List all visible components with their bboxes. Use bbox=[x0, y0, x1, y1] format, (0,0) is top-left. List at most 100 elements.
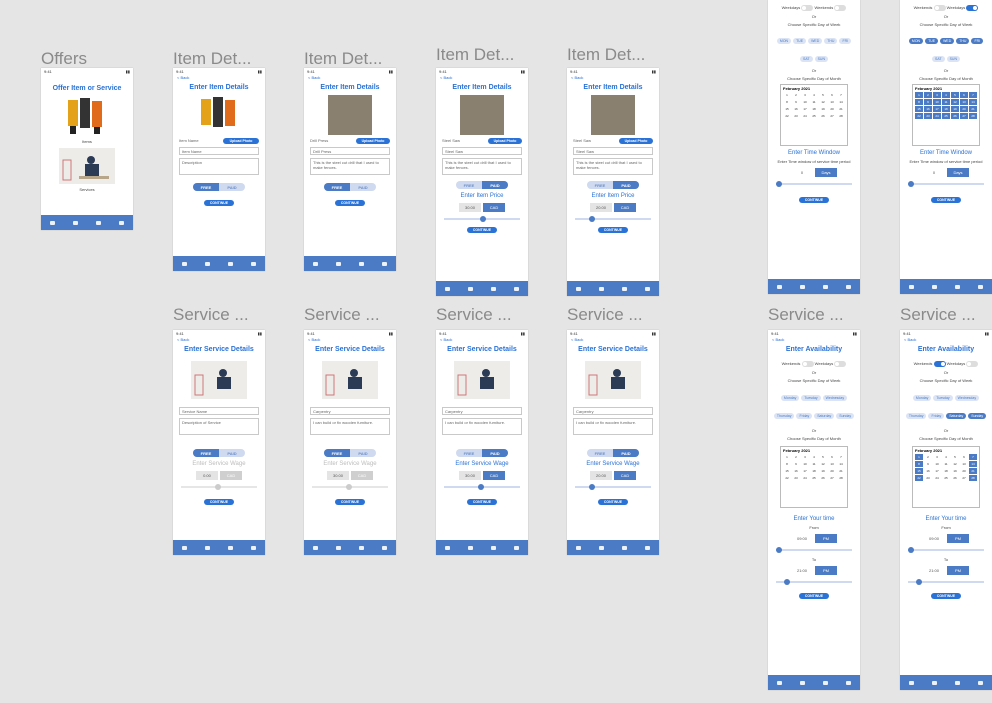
chip-mon[interactable]: MON bbox=[908, 38, 924, 44]
price-input[interactable]: 30.00 bbox=[459, 203, 481, 212]
continue-button[interactable]: CONTINUE bbox=[598, 227, 628, 233]
paid-option[interactable]: PAID bbox=[613, 449, 639, 457]
from-slider[interactable] bbox=[908, 547, 984, 553]
back-button[interactable]: < Back bbox=[768, 337, 860, 342]
weekday-chips[interactable]: Monday Tuesday Wednesday Thursday Friday Satu… bbox=[900, 386, 992, 422]
currency-select[interactable]: CAD bbox=[614, 471, 636, 480]
chip-tue[interactable]: TUE bbox=[793, 38, 807, 44]
free-paid-toggle[interactable]: FREE PAID bbox=[456, 181, 508, 189]
window-unit-select[interactable]: Days bbox=[815, 168, 837, 177]
from-slider[interactable] bbox=[776, 547, 852, 553]
continue-button[interactable]: CONTINUE bbox=[598, 499, 628, 505]
chip-saturday[interactable]: Saturday bbox=[946, 413, 967, 419]
continue-button[interactable]: CONTINUE bbox=[335, 200, 365, 206]
back-button[interactable]: < Back bbox=[900, 337, 992, 342]
currency-select[interactable]: CAD bbox=[614, 203, 636, 212]
price-slider[interactable] bbox=[444, 216, 520, 222]
item-name-input[interactable]: Steel Saw bbox=[442, 147, 522, 155]
weekdays-switch[interactable] bbox=[966, 361, 979, 367]
window-input[interactable]: 0 bbox=[923, 168, 945, 177]
continue-button[interactable]: CONTINUE bbox=[467, 499, 497, 505]
currency-select[interactable]: CAD bbox=[483, 471, 505, 480]
bottom-nav[interactable] bbox=[900, 279, 992, 294]
description-input[interactable]: Description bbox=[179, 158, 259, 175]
back-button[interactable]: < Back bbox=[436, 75, 528, 80]
chip-saturday[interactable]: Saturday bbox=[814, 413, 835, 419]
window-unit-select[interactable]: Days bbox=[947, 168, 969, 177]
free-option[interactable]: FREE bbox=[193, 183, 219, 191]
service-name-input[interactable]: Carpentry bbox=[442, 407, 522, 415]
bottom-nav[interactable] bbox=[567, 281, 659, 296]
bottom-nav[interactable] bbox=[304, 540, 396, 555]
chip-tuesday[interactable]: Tuesday bbox=[933, 395, 953, 401]
paid-option[interactable]: PAID bbox=[219, 183, 245, 191]
continue-button[interactable]: CONTINUE bbox=[204, 499, 234, 505]
to-slider[interactable] bbox=[908, 579, 984, 585]
calendar[interactable]: February 2021 1 2 3 4 5 6 7 8 9 10 11 12 13 14 15 16 17 1… bbox=[912, 84, 980, 146]
bottom-nav[interactable] bbox=[173, 540, 265, 555]
service-name-input[interactable]: Carpentry bbox=[573, 407, 653, 415]
free-option[interactable]: FREE bbox=[456, 181, 482, 189]
wage-input[interactable]: 0.00 bbox=[196, 471, 218, 480]
paid-option[interactable]: PAID bbox=[482, 449, 508, 457]
upload-photo-button[interactable]: Upload Photo bbox=[223, 138, 259, 144]
weekends-switch[interactable] bbox=[801, 361, 814, 367]
bottom-nav[interactable] bbox=[768, 675, 860, 690]
back-button[interactable]: < Back bbox=[304, 337, 396, 342]
weekday-chips[interactable]: MON TUE WED THU FRI SAT SUN bbox=[900, 29, 992, 65]
description-input[interactable]: I can build or fix wooden furniture. bbox=[310, 418, 390, 435]
chip-tue[interactable]: TUE bbox=[925, 38, 939, 44]
wage-input[interactable]: 30.00 bbox=[459, 471, 481, 480]
weekday-chips[interactable]: MON TUE WED THU FRI SAT SUN bbox=[768, 29, 860, 65]
paid-option[interactable]: PAID bbox=[613, 181, 639, 189]
description-input[interactable]: This is the steel cut drill that I used … bbox=[310, 158, 390, 175]
chip-monday[interactable]: Monday bbox=[912, 395, 932, 401]
to-slider[interactable] bbox=[776, 579, 852, 585]
description-input[interactable]: I can build or fix wooden furniture. bbox=[442, 418, 522, 435]
item-name-value[interactable]: Steel Saw bbox=[573, 138, 591, 144]
continue-button[interactable]: CONTINUE bbox=[335, 499, 365, 505]
wage-slider[interactable] bbox=[312, 484, 388, 490]
back-button[interactable]: < Back bbox=[304, 75, 396, 80]
price-slider[interactable] bbox=[575, 216, 651, 222]
free-option[interactable]: FREE bbox=[324, 449, 350, 457]
chip-sun[interactable]: SUN bbox=[946, 56, 960, 62]
bottom-nav[interactable] bbox=[41, 215, 133, 230]
description-input[interactable]: Description of Service bbox=[179, 418, 259, 435]
item-name-input[interactable]: Steel Saw bbox=[573, 147, 653, 155]
chip-sunday[interactable]: Sunday bbox=[836, 413, 855, 419]
bottom-nav[interactable] bbox=[436, 540, 528, 555]
chip-thursday[interactable]: Thursday bbox=[905, 413, 927, 419]
item-name-field[interactable]: Item Name bbox=[179, 138, 199, 144]
chip-thu[interactable]: THU bbox=[956, 38, 970, 44]
free-option[interactable]: FREE bbox=[324, 183, 350, 191]
service-name-input[interactable]: Carpentry bbox=[310, 407, 390, 415]
currency-select[interactable]: CAD bbox=[351, 471, 373, 480]
free-paid-toggle[interactable]: FREE PAID bbox=[456, 449, 508, 457]
chip-monday[interactable]: Monday bbox=[780, 395, 800, 401]
weekdays-switch[interactable] bbox=[966, 5, 979, 11]
chip-sun[interactable]: SUN bbox=[814, 56, 828, 62]
wage-input[interactable]: 20.00 bbox=[590, 471, 612, 480]
back-button[interactable]: < Back bbox=[436, 337, 528, 342]
item-name-value[interactable]: Steel Saw bbox=[442, 138, 460, 144]
bottom-nav[interactable] bbox=[768, 279, 860, 294]
back-button[interactable]: < Back bbox=[173, 75, 265, 80]
weekends-switch[interactable] bbox=[933, 5, 946, 11]
continue-button[interactable]: CONTINUE bbox=[204, 200, 234, 206]
upload-photo-button[interactable]: Upload Photo bbox=[356, 138, 390, 144]
chip-friday[interactable]: Friday bbox=[928, 413, 945, 419]
window-input[interactable]: 0 bbox=[791, 168, 813, 177]
bottom-nav[interactable] bbox=[900, 675, 992, 690]
chip-friday[interactable]: Friday bbox=[796, 413, 813, 419]
free-paid-toggle[interactable]: FREE PAID bbox=[324, 449, 376, 457]
from-ampm-select[interactable]: PM bbox=[947, 534, 969, 543]
window-slider[interactable] bbox=[908, 181, 984, 187]
chip-sat[interactable]: SAT bbox=[932, 56, 945, 62]
bottom-nav[interactable] bbox=[173, 256, 265, 271]
chip-tuesday[interactable]: Tuesday bbox=[801, 395, 821, 401]
bottom-nav[interactable] bbox=[436, 281, 528, 296]
window-slider[interactable] bbox=[776, 181, 852, 187]
chip-wed[interactable]: WED bbox=[808, 38, 823, 44]
currency-select[interactable]: CAD bbox=[483, 203, 505, 212]
